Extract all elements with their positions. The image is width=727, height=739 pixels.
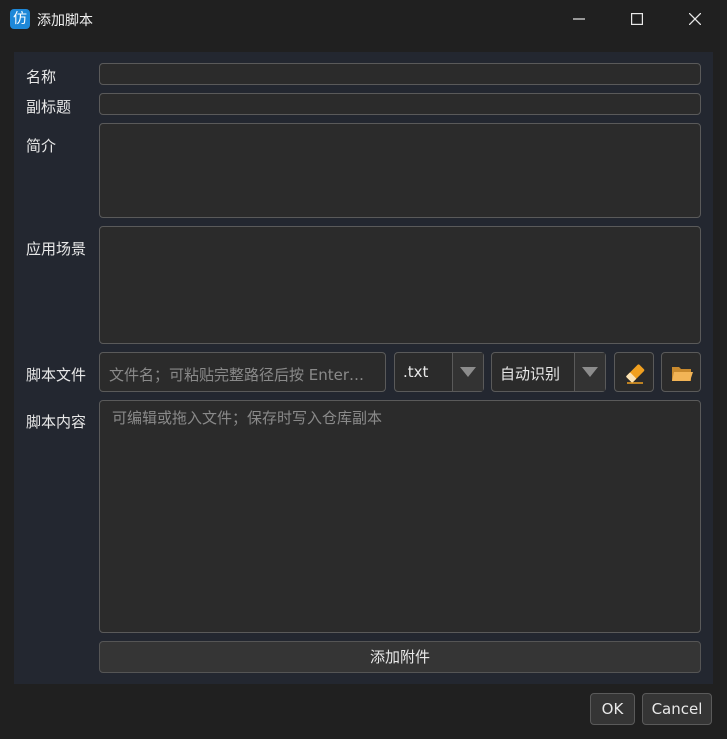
maximize-icon — [631, 13, 643, 25]
minimize-button[interactable] — [550, 0, 608, 38]
minimize-icon — [573, 18, 585, 20]
eraser-icon — [626, 364, 645, 384]
title-bar: 仿 添加脚本 — [0, 0, 727, 38]
browse-folder-button[interactable] — [661, 352, 701, 392]
content-textarea[interactable]: 可编辑或拖入文件；保存时写入仓库副本 — [99, 400, 701, 633]
subtitle-label: 副标题 — [26, 98, 72, 116]
scenario-textarea[interactable] — [99, 226, 701, 344]
add-attachment-button[interactable]: 添加附件 — [99, 641, 701, 673]
encoding-select[interactable]: 自动识别 — [491, 352, 606, 392]
extension-value: .txt — [403, 363, 429, 381]
app-icon: 仿 — [10, 9, 30, 29]
cancel-button[interactable]: Cancel — [642, 693, 712, 725]
close-icon — [689, 13, 701, 25]
encoding-value: 自动识别 — [500, 365, 561, 383]
file-label: 脚本文件 — [26, 366, 87, 384]
subtitle-input[interactable] — [99, 93, 701, 115]
folder-open-icon — [672, 367, 693, 381]
close-button[interactable] — [666, 0, 724, 38]
extension-select[interactable]: .txt — [394, 352, 484, 392]
content-label: 脚本内容 — [26, 413, 87, 431]
ok-button[interactable]: OK — [590, 693, 635, 725]
name-input[interactable] — [99, 63, 701, 85]
scenario-label: 应用场景 — [26, 240, 87, 258]
intro-label: 简介 — [26, 137, 57, 155]
file-path-input[interactable]: 文件名；可粘贴完整路径后按 Enter… — [99, 352, 386, 392]
window-title: 添加脚本 — [37, 13, 93, 29]
maximize-button[interactable] — [608, 0, 666, 38]
file-path-placeholder: 文件名；可粘贴完整路径后按 Enter… — [109, 366, 365, 384]
encoding-dropdown-arrow[interactable] — [574, 353, 605, 391]
name-label: 名称 — [26, 68, 57, 86]
chevron-down-icon — [582, 367, 598, 377]
content-placeholder: 可编辑或拖入文件；保存时写入仓库副本 — [112, 409, 383, 427]
clear-button[interactable] — [614, 352, 654, 392]
intro-textarea[interactable] — [99, 123, 701, 218]
chevron-down-icon — [460, 367, 476, 377]
extension-dropdown-arrow[interactable] — [452, 353, 483, 391]
